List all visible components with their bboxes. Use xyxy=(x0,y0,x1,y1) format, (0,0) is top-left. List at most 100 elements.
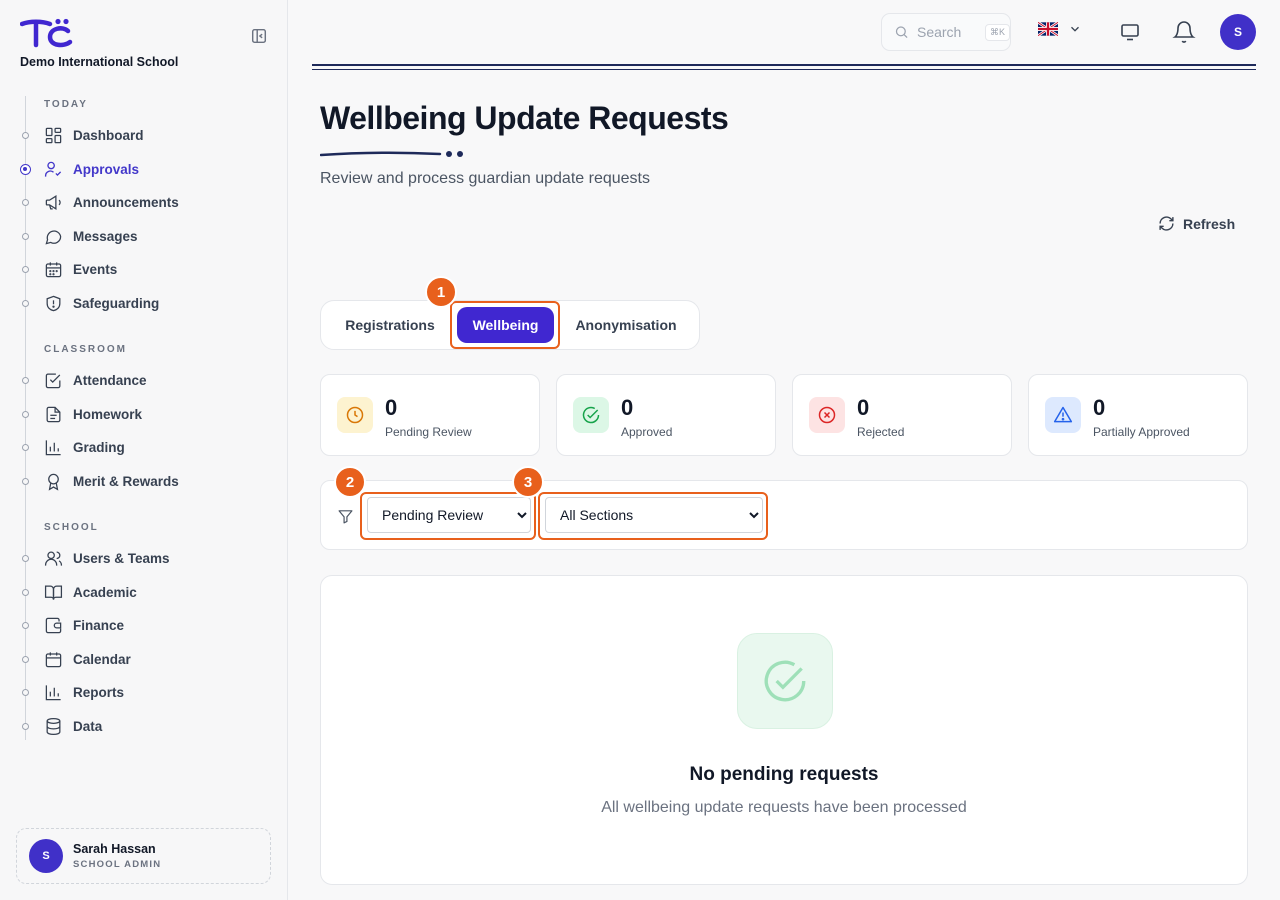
sidebar-item-approvals[interactable]: Approvals xyxy=(44,154,268,184)
filter-icon xyxy=(338,510,353,524)
sidebar-item-label: Events xyxy=(73,261,118,277)
shield-icon xyxy=(46,295,61,311)
nav-dot xyxy=(22,377,29,384)
language-selector[interactable] xyxy=(1038,22,1082,36)
sidebar-item-label: Attendance xyxy=(73,372,147,388)
stat-card-pending-review: 0 Pending Review xyxy=(320,374,540,456)
sidebar-item-messages[interactable]: Messages xyxy=(44,221,268,251)
search-shortcut: ⌘K xyxy=(984,23,1010,41)
stat-card-partially-approved: 0 Partially Approved xyxy=(1028,374,1248,456)
stat-card-approved: 0 Approved xyxy=(556,374,776,456)
section-label-classroom: CLASSROOM xyxy=(44,344,127,355)
book-icon xyxy=(44,585,63,600)
chevron-down-icon xyxy=(1071,26,1079,32)
sidebar: Demo International School TODAY Dashboar… xyxy=(0,0,288,900)
bar-chart-icon xyxy=(45,439,61,455)
sidebar-item-homework[interactable]: Homework xyxy=(44,399,268,429)
sidebar-item-label: Reports xyxy=(73,684,125,700)
stat-value: 0 xyxy=(385,395,398,420)
nav-dot xyxy=(22,689,29,696)
sidebar-item-calendar[interactable]: Calendar xyxy=(44,644,268,674)
status-filter-select[interactable]: Pending Review xyxy=(367,497,531,533)
user-avatar[interactable]: S xyxy=(1220,14,1256,50)
nav-dot xyxy=(22,411,29,418)
refresh-button[interactable]: Refresh xyxy=(1158,215,1235,232)
nav-dot xyxy=(22,589,29,596)
section-label-school: SCHOOL xyxy=(44,522,99,533)
refresh-label: Refresh xyxy=(1183,215,1236,232)
check-circle-icon xyxy=(764,660,806,702)
sidebar-item-reports[interactable]: Reports xyxy=(44,677,268,707)
nav-dot xyxy=(22,266,29,273)
document-icon xyxy=(46,406,61,422)
refresh-icon xyxy=(1159,216,1174,231)
tab-registrations[interactable]: Registrations xyxy=(329,307,451,343)
nav-dot xyxy=(22,300,29,307)
clock-icon xyxy=(346,406,364,424)
nav-dot xyxy=(22,132,29,139)
wallet-icon xyxy=(45,617,62,633)
user-check-icon xyxy=(44,161,62,177)
collapse-sidebar-icon[interactable] xyxy=(250,27,268,45)
school-name: Demo International School xyxy=(20,55,179,69)
sidebar-item-events[interactable]: Events xyxy=(44,254,268,284)
tab-wellbeing[interactable]: Wellbeing xyxy=(457,307,554,343)
sidebar-item-label: Grading xyxy=(73,439,125,455)
stat-icon-bg xyxy=(337,397,373,433)
chat-bubble-icon xyxy=(45,229,62,245)
database-icon xyxy=(46,717,61,735)
sidebar-item-users-teams[interactable]: Users & Teams xyxy=(44,543,268,573)
sidebar-item-label: Finance xyxy=(73,617,125,633)
bell-icon[interactable] xyxy=(1172,20,1196,44)
nav-dot xyxy=(22,656,29,663)
sidebar-item-academic[interactable]: Academic xyxy=(44,577,268,607)
empty-state-icon-bg xyxy=(737,633,833,729)
page-title: Wellbeing Update Requests xyxy=(320,100,729,136)
sidebar-item-grading[interactable]: Grading xyxy=(44,432,268,462)
bar-chart-icon xyxy=(45,684,61,700)
app-logo xyxy=(20,18,73,48)
stat-icon-bg xyxy=(1045,397,1081,433)
empty-state-title: No pending requests xyxy=(689,764,879,785)
user-name: Sarah Hassan xyxy=(73,842,156,856)
users-icon xyxy=(44,551,63,566)
sidebar-item-finance[interactable]: Finance xyxy=(44,610,268,640)
x-circle-icon xyxy=(818,406,836,424)
monitor-icon[interactable] xyxy=(1118,20,1142,44)
search-input[interactable] xyxy=(916,24,977,40)
empty-state-panel: No pending requests All wellbeing update… xyxy=(320,575,1248,885)
sidebar-item-data[interactable]: Data xyxy=(44,711,268,741)
checkbox-icon xyxy=(45,373,61,388)
calendar-icon xyxy=(45,651,62,667)
sidebar-item-label: Calendar xyxy=(73,651,131,667)
nav-dot xyxy=(22,622,29,629)
calendar-grid-icon xyxy=(45,261,62,277)
sidebar-item-safeguarding[interactable]: Safeguarding xyxy=(44,288,268,318)
sidebar-item-dashboard[interactable]: Dashboard xyxy=(44,120,268,150)
sidebar-item-label: Safeguarding xyxy=(73,295,160,311)
tab-anonymisation[interactable]: Anonymisation xyxy=(561,307,691,343)
sidebar-item-label: Approvals xyxy=(73,161,140,177)
stat-label: Rejected xyxy=(857,425,905,439)
stat-label: Partially Approved xyxy=(1093,425,1190,439)
stat-icon-bg xyxy=(573,397,609,433)
section-label-today: TODAY xyxy=(44,99,88,110)
sidebar-item-merit-rewards[interactable]: Merit & Rewards xyxy=(44,466,268,496)
award-icon xyxy=(48,473,59,491)
sidebar-item-attendance[interactable]: Attendance xyxy=(44,365,268,395)
callout-badge-1: 1 xyxy=(425,276,457,308)
sidebar-item-label: Users & Teams xyxy=(73,550,170,566)
nav-dot xyxy=(22,444,29,451)
empty-state-subtitle: All wellbeing update requests have been … xyxy=(601,799,967,816)
nav-dot xyxy=(22,555,29,562)
nav-dot xyxy=(22,233,29,240)
grid-icon xyxy=(45,127,62,143)
sidebar-item-label: Dashboard xyxy=(73,127,144,143)
sidebar-item-announcements[interactable]: Announcements xyxy=(44,187,268,217)
megaphone-icon xyxy=(45,194,61,210)
user-profile-card[interactable]: S Sarah Hassan SCHOOL ADMIN xyxy=(16,828,271,884)
sidebar-item-label: Messages xyxy=(73,228,138,244)
header-divider xyxy=(312,64,1256,70)
section-filter-select[interactable]: All Sections xyxy=(545,497,763,533)
search-box[interactable]: ⌘K xyxy=(881,13,1011,51)
